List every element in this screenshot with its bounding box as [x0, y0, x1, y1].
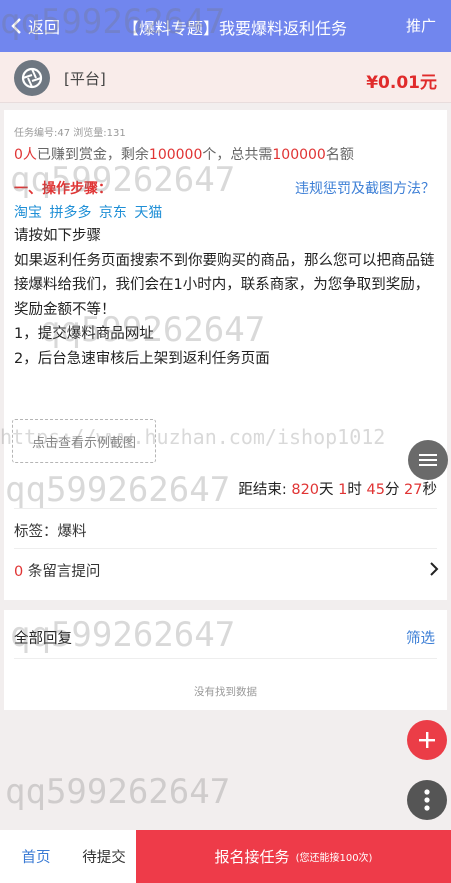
- back-label: 返回: [28, 18, 61, 37]
- more-vertical-icon: [424, 789, 430, 811]
- shop-link-pinduoduo[interactable]: 拼多多: [49, 205, 91, 221]
- filter-button[interactable]: 筛选: [406, 627, 435, 648]
- steps-heading: 一、操作步骤：: [14, 181, 112, 197]
- tab-pending[interactable]: 待提交: [72, 830, 136, 883]
- divider: [14, 658, 437, 659]
- shop-link-taobao[interactable]: 淘宝: [14, 205, 42, 221]
- earned-text: 名额: [325, 147, 354, 163]
- countdown: 距结束: 820天 1时 45分 27秒: [238, 478, 437, 499]
- countdown-seconds: 27: [404, 482, 423, 498]
- earned-text: 个，总共需: [202, 147, 273, 163]
- promote-button[interactable]: 推广: [406, 15, 436, 36]
- task-meta: 任务编号:47 浏览量:131: [14, 128, 126, 139]
- signup-remaining-note: (您还能接100次): [295, 853, 373, 864]
- back-button[interactable]: 返回: [10, 14, 60, 38]
- all-replies-title: 全部回复: [14, 631, 72, 647]
- instruction-line: 请按如下步骤: [14, 228, 101, 244]
- countdown-unit: 秒: [422, 482, 438, 498]
- divider: [14, 548, 437, 549]
- shop-link-jd[interactable]: 京东: [99, 205, 127, 221]
- comment-label: 条留言提问: [27, 564, 101, 580]
- aperture-icon: [21, 67, 43, 89]
- earned-text: 已赚到赏金，剩余: [36, 147, 149, 163]
- countdown-days: 820: [291, 482, 320, 498]
- platform-row: [平台] ¥0.01元: [0, 52, 451, 103]
- remaining-count: 100000: [148, 147, 203, 163]
- instructions: 请按如下步骤 如果返利任务页面搜索不到你要购买的商品，那么您可以把商品链接爆料给…: [14, 224, 439, 371]
- tab-home[interactable]: 首页: [0, 830, 72, 883]
- page-title: 【爆料专题】我要爆料返利任务: [123, 19, 348, 38]
- plus-icon: [419, 732, 435, 748]
- shop-links: 淘宝 拼多多 京东 天猫: [14, 202, 162, 222]
- add-button[interactable]: [407, 720, 447, 760]
- view-example-screenshot-button[interactable]: 点击查看示例截图: [12, 419, 156, 463]
- countdown-minutes: 45: [366, 482, 385, 498]
- signup-task-button[interactable]: 报名接任务 (您还能接100次): [136, 830, 451, 883]
- chevron-left-icon: [11, 18, 21, 34]
- penalty-help-link[interactable]: 违规惩罚及截图方法？: [295, 178, 435, 198]
- comment-count: 0: [14, 564, 24, 580]
- empty-state: 没有找到数据: [194, 686, 257, 698]
- menu-icon: [419, 454, 437, 466]
- countdown-unit: 分: [384, 482, 400, 498]
- countdown-hours: 1: [338, 482, 348, 498]
- total-count: 100000: [272, 147, 326, 163]
- shop-link-tmall[interactable]: 天猫: [134, 205, 162, 221]
- signup-label: 报名接任务: [214, 848, 290, 866]
- task-card: 任务编号:47 浏览量:131 0人已赚到赏金，剩余100000个，总共需100…: [4, 110, 447, 600]
- side-menu-button[interactable]: [408, 440, 448, 480]
- chevron-right-icon: [430, 562, 439, 576]
- watermark-text: qq599262647: [5, 772, 231, 812]
- platform-logo: [14, 60, 50, 96]
- earned-summary: 0人已赚到赏金，剩余100000个，总共需100000名额: [14, 144, 354, 164]
- instruction-line: 如果返利任务页面搜索不到你要购买的商品，那么您可以把商品链接爆料给我们，我们会在…: [14, 252, 435, 318]
- countdown-unit: 天: [319, 482, 334, 498]
- instruction-line: 2，后台急速审核后上架到返利任务页面: [14, 350, 270, 367]
- earned-count: 0人: [14, 147, 37, 163]
- reward-price: ¥0.01元: [366, 73, 437, 93]
- bottom-bar: 首页 待提交 报名接任务 (您还能接100次): [0, 830, 451, 883]
- header-bar: 返回 【爆料专题】我要爆料返利任务 推广: [0, 0, 451, 52]
- more-button[interactable]: [407, 780, 447, 820]
- comments-row[interactable]: 0 条留言提问: [14, 560, 439, 581]
- countdown-unit: 时: [347, 482, 362, 498]
- platform-name: [平台]: [64, 70, 106, 88]
- countdown-prefix: 距结束:: [238, 482, 287, 498]
- replies-section: 全部回复 筛选 没有找到数据: [4, 610, 447, 710]
- tag-label: 标签：爆料: [14, 524, 87, 540]
- instruction-line: 1，提交爆料商品网址: [14, 326, 154, 342]
- divider: [14, 508, 437, 509]
